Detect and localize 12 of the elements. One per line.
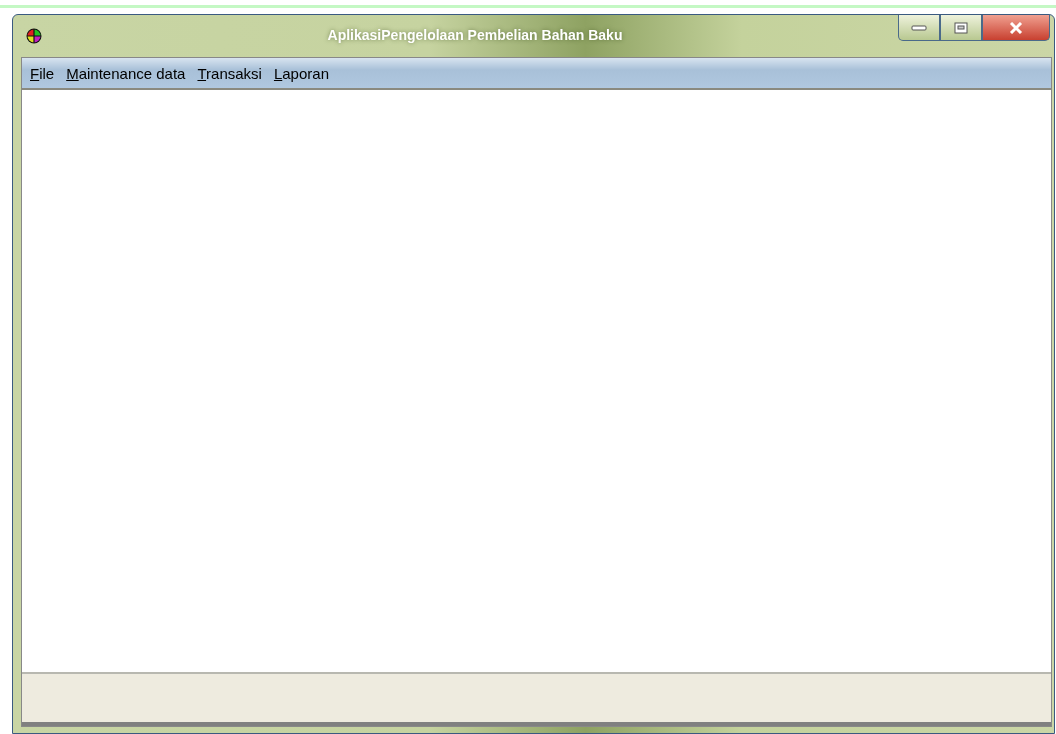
minimize-icon: [911, 23, 927, 32]
window-title: AplikasiPengelolaan Pembelian Bahan Baku: [327, 27, 623, 43]
close-button[interactable]: [982, 15, 1050, 41]
menu-item[interactable]: Transaksi: [191, 64, 268, 82]
menu-item[interactable]: Maintenance data: [60, 64, 192, 82]
app-icon: [26, 28, 42, 44]
menu-item[interactable]: Laporan: [267, 64, 335, 82]
close-icon: [1008, 21, 1024, 34]
menu-item[interactable]: File: [24, 64, 61, 82]
maximize-icon: [954, 21, 968, 34]
maximize-button[interactable]: [940, 15, 982, 41]
minimize-button[interactable]: [898, 15, 940, 41]
